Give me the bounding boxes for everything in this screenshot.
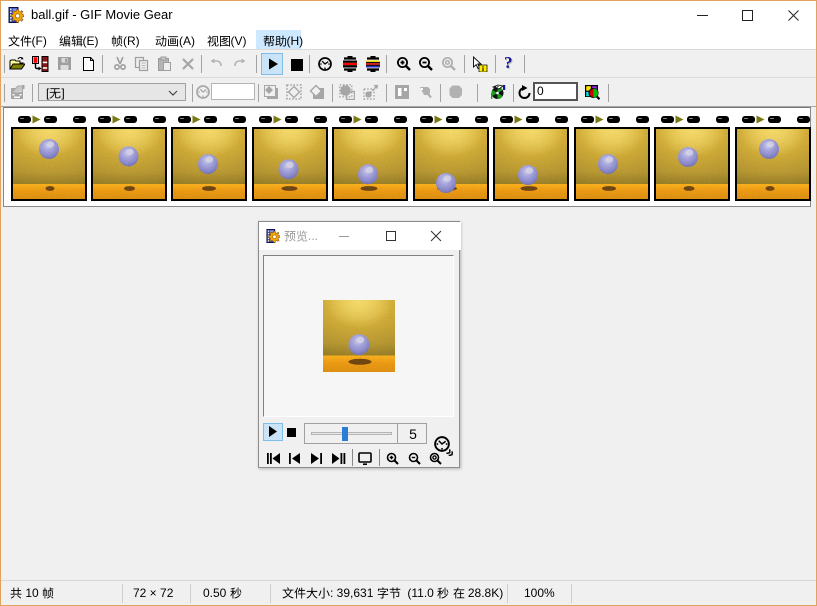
svg-text:i: i <box>482 65 484 72</box>
